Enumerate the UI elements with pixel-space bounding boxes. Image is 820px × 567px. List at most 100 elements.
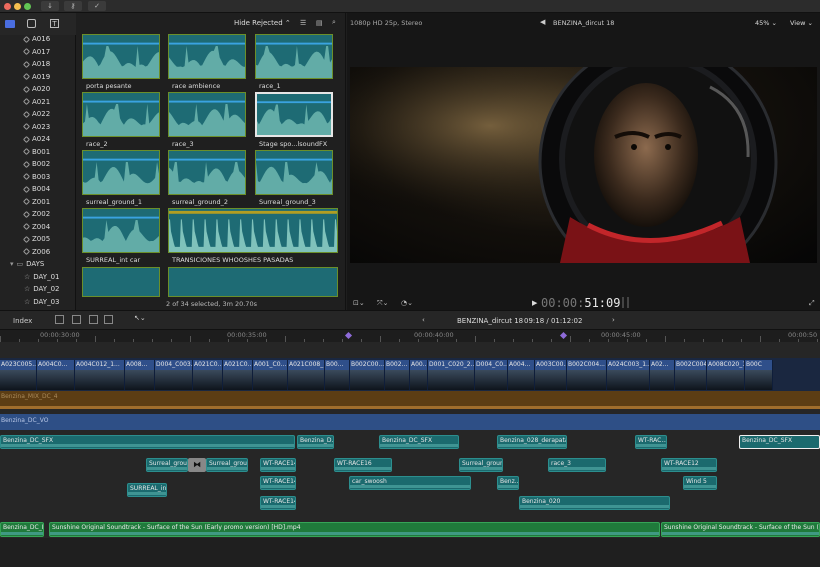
connect-clip-icon[interactable] [104,315,113,324]
folder-item-days[interactable]: ▾ ▭ DAYS [10,258,44,270]
audio-clip[interactable]: WT-RACE14 [260,476,296,490]
keyword-item[interactable]: B003 [22,171,50,183]
keyword-item[interactable]: A017 [22,46,50,58]
search-icon[interactable]: ⌕ [332,18,336,27]
forward-arrow-icon[interactable]: › [612,316,615,324]
video-clip[interactable]: B002C004... [567,360,607,390]
video-clip[interactable]: A004C012_1... [75,360,125,390]
fullscreen-icon[interactable]: ⤢ [809,299,815,308]
keyword-item[interactable]: A021 [22,96,50,108]
audio-clip[interactable]: race_3 [548,458,606,472]
timeline-ruler[interactable]: 00:00:30:00 00:00:35:00 00:00:40:00 00:00:4… [0,330,820,342]
video-clip[interactable]: B002C004... [675,360,707,390]
back-arrow-icon[interactable]: ‹ [422,316,425,324]
audio-clip[interactable]: Benzina_DC_SFX [0,435,295,449]
audio-clip[interactable]: Surreal_groun... [459,458,503,472]
play-button[interactable]: ▶ [532,299,537,307]
keyword-item[interactable]: Z005 [22,233,50,245]
timecode-display[interactable]: 00:00:51:09 [541,296,620,310]
keyword-item[interactable]: Z006 [22,246,50,258]
audio-speaker-icon[interactable]: ◀ [540,18,545,26]
video-clip[interactable]: D001_C020_2... [428,360,475,390]
audio-clip-thumbnail[interactable] [82,150,160,195]
video-clip[interactable]: A001_C0... [253,360,288,390]
video-clip[interactable]: A00... [410,360,428,390]
video-clip[interactable]: A02... [650,360,675,390]
audio-clip[interactable]: Benzina_028_derapata [497,435,567,449]
marker-icon[interactable] [344,331,353,340]
video-clip[interactable]: B00C [745,360,773,390]
append-clip-icon[interactable] [55,315,64,324]
video-clip[interactable]: B00... [325,360,350,390]
video-clip[interactable]: D004_C003... [155,360,193,390]
audio-clip[interactable]: Surreal_grou... [206,458,248,472]
audio-clip[interactable]: SURREAL_in... [127,483,167,497]
event-item[interactable]: ☆ DAY_01 [24,271,59,283]
video-clip[interactable]: A021C008_1... [288,360,325,390]
video-clip[interactable]: A021C0... [193,360,223,390]
audio-clip-thumbnail[interactable] [168,34,246,79]
audio-clip[interactable]: Benzina_020 [519,496,670,510]
audio-clip-thumbnail[interactable] [255,34,333,79]
audio-clip[interactable]: car_swoosh [349,476,471,490]
video-clip[interactable]: A008... [125,360,155,390]
event-item[interactable]: ☆ DAY_03 [24,296,59,308]
audio-clip-thumbnail[interactable] [82,208,160,253]
keyword-item[interactable]: A022 [22,108,50,120]
event-item[interactable]: ☆ DAY_02 [24,283,59,295]
keyword-item[interactable]: A023 [22,121,50,133]
keyword-item[interactable]: A018 [22,58,50,70]
video-clip[interactable]: A004C0... [37,360,75,390]
audio-clip[interactable]: Benzina_D... [297,435,334,449]
audio-clip-thumbnail[interactable] [82,267,160,297]
transform-icon[interactable]: ⊡⌄ [353,299,365,307]
index-button[interactable]: Index [13,317,32,325]
audio-clip[interactable]: WT-RAC... [635,435,667,449]
minimize-window-button[interactable] [14,3,21,10]
audio-clip[interactable]: Benzina_DC_M... [0,522,44,537]
audio-clip-thumbnail[interactable] [82,34,160,79]
libraries-icon[interactable] [5,20,15,28]
key-icon[interactable]: ⚷ [64,1,82,11]
photos-audio-icon[interactable] [27,19,36,28]
insert-clip-icon[interactable] [72,315,81,324]
titles-icon[interactable]: T [50,19,59,28]
retime-icon[interactable]: ⤧⌄ [377,299,388,308]
keyword-item[interactable]: Z004 [22,221,50,233]
video-clip[interactable]: A003C00... [535,360,567,390]
list-view-icon[interactable]: ☰ [300,19,306,27]
keyword-item[interactable]: A024 [22,133,50,145]
audio-clip[interactable]: Benzina_DC_SFX [739,435,820,449]
checkmark-circle-icon[interactable]: ✓ [88,1,106,11]
zoom-popup[interactable]: 45% ⌄ [755,19,777,27]
video-clip[interactable]: D004_C0... [475,360,508,390]
keyword-item[interactable]: B004 [22,183,50,195]
audio-clip[interactable]: WT-RACE16 [334,458,392,472]
disclosure-triangle-icon[interactable]: ▾ [10,260,14,268]
audio-clip[interactable]: Sunshine Original Soundtrack - Surface o… [49,522,660,537]
video-clip[interactable]: A004... [508,360,535,390]
video-clip[interactable]: A023C005... [0,360,37,390]
keyword-item[interactable]: Z002 [22,208,50,220]
video-frame[interactable] [350,67,817,263]
keyword-item[interactable]: A016 [22,33,50,45]
audio-clip[interactable]: Sunshine Original Soundtrack - Surface o… [661,522,820,537]
keyword-item[interactable]: A020 [22,83,50,95]
video-clip[interactable]: B002... [385,360,410,390]
keyword-item[interactable]: Z001 [22,196,50,208]
audio-clip-thumbnail[interactable] [255,150,333,195]
close-window-button[interactable] [4,3,11,10]
keyword-item[interactable]: B001 [22,146,50,158]
audio-clip-thumbnail[interactable] [255,92,333,137]
audio-clip-thumbnail[interactable] [82,92,160,137]
video-clip[interactable]: A024C003_1... [607,360,650,390]
audio-clip[interactable]: WT-RACE12 [661,458,717,472]
audio-clip[interactable]: WT-RACE14 [260,496,296,510]
filter-popup[interactable]: Hide Rejected ⌃ [234,19,291,27]
audio-clip[interactable]: Benzina_DC_SFX [379,435,459,449]
audio-clip[interactable]: Benz... [497,476,519,490]
overwrite-clip-icon[interactable] [89,315,98,324]
video-clip[interactable]: B002C00... [350,360,385,390]
filmstrip-view-icon[interactable]: ▤ [316,19,323,27]
keyword-item[interactable]: B002 [22,158,50,170]
